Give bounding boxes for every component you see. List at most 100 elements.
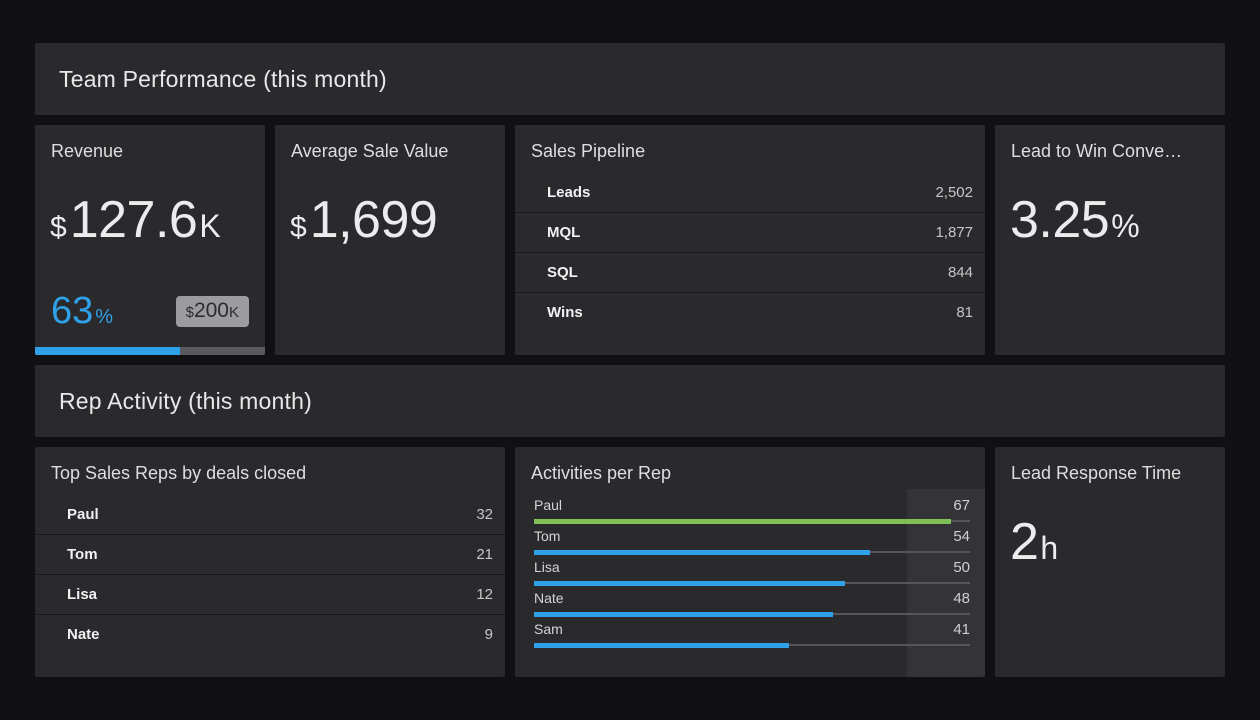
list-item: Tom 21	[35, 534, 505, 574]
target-number: 200	[194, 299, 229, 322]
target-unit: K	[229, 304, 239, 321]
rep-deals-value: 9	[485, 626, 493, 643]
widget-title-top-sales-reps: Top Sales Reps by deals closed	[35, 447, 505, 486]
section-header-rep-activity: Rep Activity (this month)	[35, 365, 1225, 437]
widget-lead-response-time: Lead Response Time 2h	[995, 447, 1225, 677]
dashboard-grid: Team Performance (this month) Revenue $1…	[35, 43, 1225, 677]
pipeline-stage-value: 2,502	[935, 184, 973, 201]
widget-title-average-sale-value: Average Sale Value	[275, 125, 505, 164]
revenue-progress-row: 63% $200K	[51, 290, 249, 333]
widget-revenue: Revenue $127.6K 63% $200K	[35, 125, 265, 355]
bar-row: Sam 41	[534, 620, 970, 648]
rep-name-label: Lisa	[67, 586, 97, 603]
bar-row-header: Nate 48	[534, 589, 970, 608]
bar-value: 54	[953, 528, 970, 546]
bar-fill	[534, 612, 833, 617]
bar-label: Lisa	[534, 558, 560, 576]
bar-label: Tom	[534, 527, 560, 545]
widget-title-lead-response-time: Lead Response Time	[995, 447, 1225, 486]
list-item: SQL 844	[515, 252, 985, 292]
widget-average-sale-value: Average Sale Value $1,699	[275, 125, 505, 355]
bar-value: 50	[953, 559, 970, 577]
pipeline-stage-label: Wins	[547, 304, 583, 321]
progress-bar	[35, 347, 265, 355]
revenue-value: $127.6K	[50, 190, 251, 250]
revenue-unit: K	[199, 208, 220, 244]
rep-name-label: Paul	[67, 506, 99, 523]
bar-track	[534, 519, 970, 524]
bar-value: 67	[953, 497, 970, 515]
widget-title-lead-to-win: Lead to Win Conve…	[995, 125, 1225, 164]
bar-row-header: Sam 41	[534, 620, 970, 639]
target-currency-symbol: $	[186, 304, 194, 321]
widget-title-activities-per-rep: Activities per Rep	[515, 447, 985, 486]
bar-track	[534, 612, 970, 617]
bar-track	[534, 581, 970, 586]
revenue-number: 127.6	[70, 191, 198, 249]
target-badge: $200K	[176, 296, 249, 327]
bar-row: Nate 48	[534, 589, 970, 617]
progress-percent-symbol: %	[95, 306, 113, 328]
list-item: Leads 2,502	[515, 172, 985, 212]
currency-symbol: $	[290, 211, 307, 244]
pipeline-stage-label: MQL	[547, 224, 580, 241]
rep-name-label: Tom	[67, 546, 98, 563]
rep-deals-value: 21	[476, 546, 493, 563]
list-item: MQL 1,877	[515, 212, 985, 252]
average-sale-number: 1,699	[310, 191, 438, 249]
section-title-rep-activity: Rep Activity (this month)	[59, 388, 312, 415]
dashboard-page: { "colors": { "page_bg": "#111113", "car…	[0, 0, 1260, 720]
bar-chart: Paul 67 Tom 54 Lisa 50 Nate 48 Sam 41	[534, 496, 970, 648]
section-header-team-performance: Team Performance (this month)	[35, 43, 1225, 115]
section-title-team-performance: Team Performance (this month)	[59, 66, 387, 93]
currency-symbol: $	[50, 211, 67, 244]
bar-fill	[534, 581, 845, 586]
bar-row: Lisa 50	[534, 558, 970, 586]
list-item: Lisa 12	[35, 574, 505, 614]
pipeline-list: Leads 2,502 MQL 1,877 SQL 844 Wins 81	[515, 172, 985, 332]
lead-to-win-value: 3.25%	[1010, 190, 1211, 250]
pipeline-stage-value: 1,877	[935, 224, 973, 241]
bar-value: 48	[953, 590, 970, 608]
widget-top-sales-reps: Top Sales Reps by deals closed Paul 32 To…	[35, 447, 505, 677]
widget-sales-pipeline: Sales Pipeline Leads 2,502 MQL 1,877 SQL 84…	[515, 125, 985, 355]
progress-bar-fill	[35, 347, 180, 355]
lead-response-number: 2	[1010, 513, 1038, 571]
pipeline-stage-label: SQL	[547, 264, 578, 281]
lead-response-unit: h	[1040, 530, 1058, 566]
widget-title-sales-pipeline: Sales Pipeline	[515, 125, 985, 164]
widget-lead-to-win-conversion: Lead to Win Conve… 3.25%	[995, 125, 1225, 355]
rep-deals-value: 12	[476, 586, 493, 603]
rep-name-label: Nate	[67, 626, 100, 643]
rep-deals-value: 32	[476, 506, 493, 523]
pipeline-stage-value: 844	[948, 264, 973, 281]
progress-percent: 63%	[51, 290, 113, 333]
top-reps-list: Paul 32 Tom 21 Lisa 12 Nate 9	[35, 494, 505, 654]
bar-row-header: Paul 67	[534, 496, 970, 515]
pipeline-stage-label: Leads	[547, 184, 590, 201]
bar-label: Paul	[534, 496, 562, 514]
bar-label: Nate	[534, 589, 564, 607]
bar-row-header: Lisa 50	[534, 558, 970, 577]
pipeline-stage-value: 81	[956, 304, 973, 321]
list-item: Wins 81	[515, 292, 985, 332]
lead-to-win-number: 3.25	[1010, 191, 1109, 249]
bar-row-header: Tom 54	[534, 527, 970, 546]
bar-fill	[534, 643, 789, 648]
progress-percent-number: 63	[51, 290, 93, 332]
bar-fill	[534, 550, 870, 555]
bar-track	[534, 550, 970, 555]
bar-row: Paul 67	[534, 496, 970, 524]
bar-value: 41	[953, 621, 970, 639]
widget-activities-per-rep: Activities per Rep Paul 67 Tom 54 Lisa 50 N…	[515, 447, 985, 677]
percent-symbol: %	[1111, 208, 1139, 244]
list-item: Nate 9	[35, 614, 505, 654]
bar-track	[534, 643, 970, 648]
lead-response-value: 2h	[1010, 512, 1211, 572]
bar-row: Tom 54	[534, 527, 970, 555]
average-sale-value: $1,699	[290, 190, 491, 250]
list-item: Paul 32	[35, 494, 505, 534]
bar-label: Sam	[534, 620, 563, 638]
widget-title-revenue: Revenue	[35, 125, 265, 164]
bar-fill	[534, 519, 951, 524]
